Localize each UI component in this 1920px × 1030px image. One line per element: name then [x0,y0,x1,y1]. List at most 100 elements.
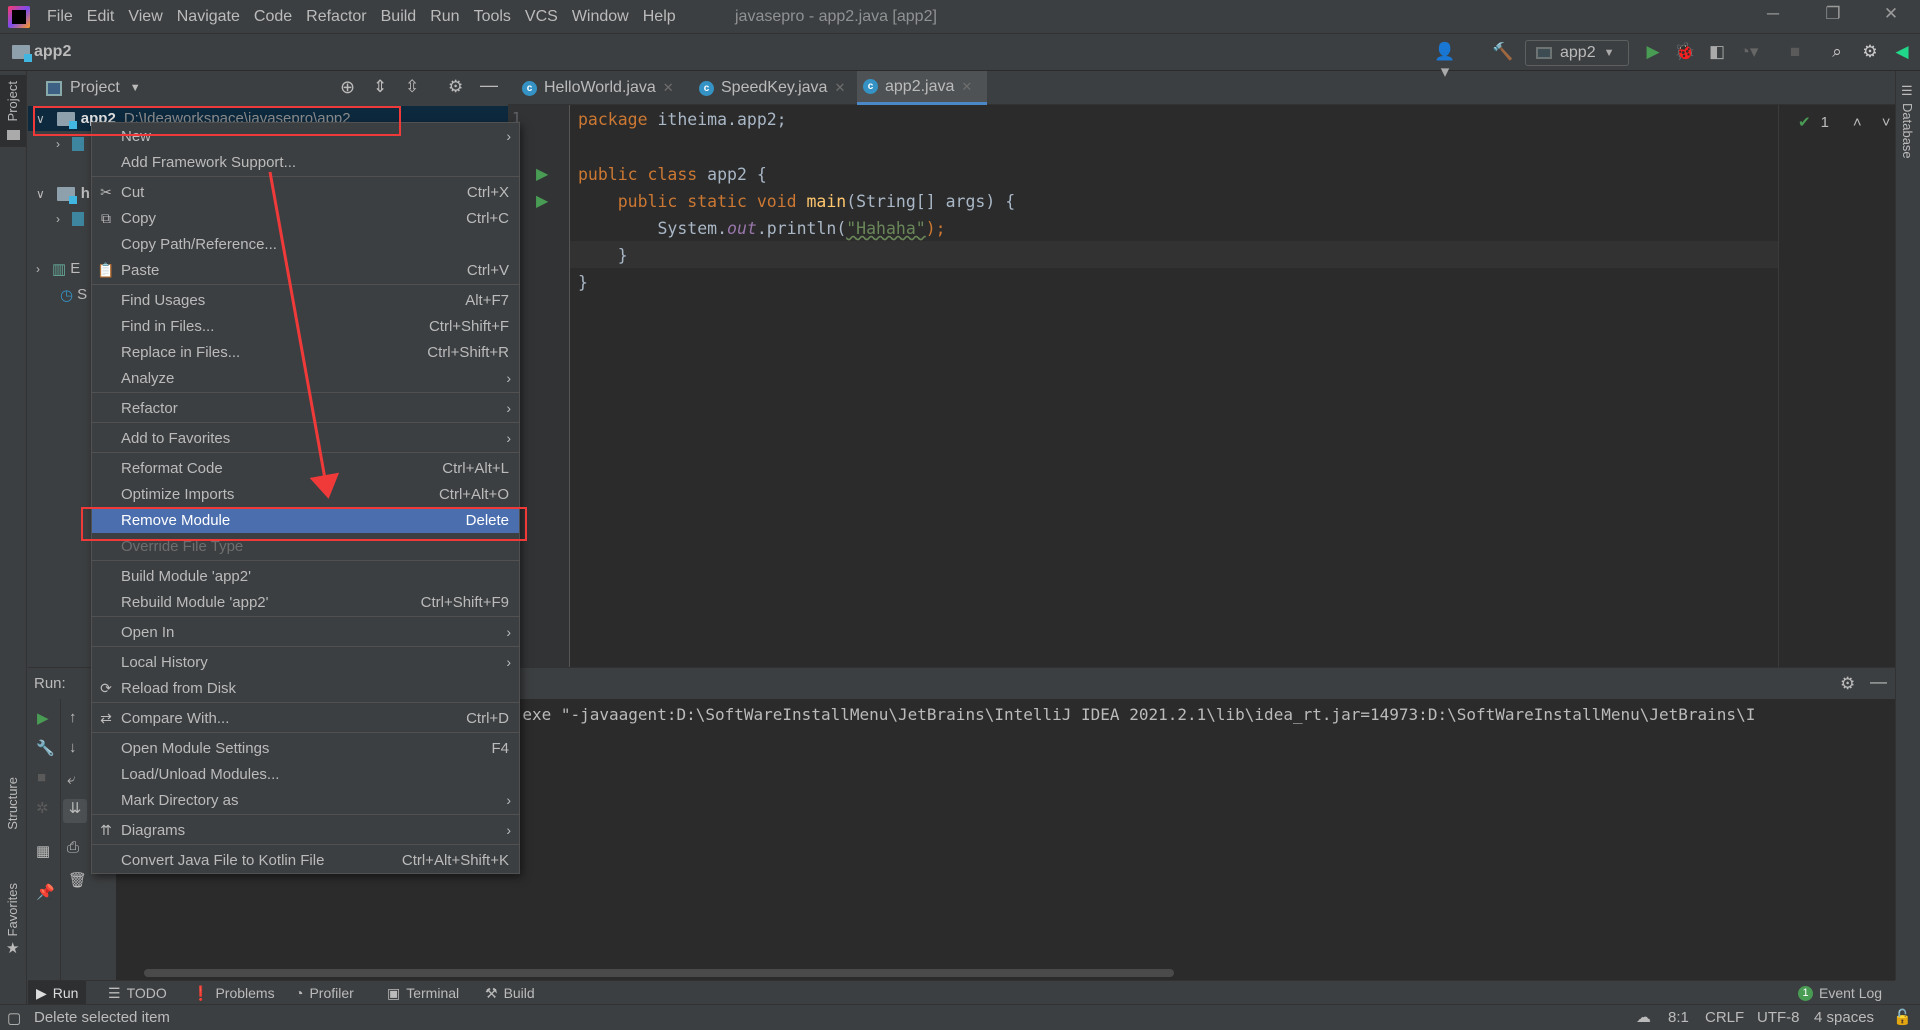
menu-item-open-in[interactable]: Open In › [92,619,519,645]
menu-code[interactable]: Code [247,8,299,26]
gear-icon[interactable]: ⚙ [448,77,463,97]
menu-run[interactable]: Run [423,8,466,26]
menu-item-build-module-app2[interactable]: Build Module 'app2' [92,563,519,589]
menu-refactor[interactable]: Refactor [299,8,373,26]
stop-icon[interactable]: ■ [37,769,46,786]
menu-item-find-usages[interactable]: Find Usages Alt+F7 [92,287,519,313]
inspection-widget[interactable]: ✔ 1 ˄ ˅ [1798,113,1891,132]
menu-item-optimize-imports[interactable]: Optimize Imports Ctrl+Alt+O [92,481,519,507]
menu-item-load-unload-modules[interactable]: Load/Unload Modules... [92,761,519,787]
vcs-user-icon[interactable]: 👤▾ [1432,42,1458,81]
menu-item-reformat-code[interactable]: Reformat Code Ctrl+Alt+L [92,455,519,481]
gear-icon[interactable]: ⚙ [1857,42,1883,64]
tab-speedkey-java[interactable]: c SpeedKey.java ✕ [693,71,851,105]
menu-item-diagrams[interactable]: ⇈ Diagrams › [92,817,519,843]
run-main-gutter-icon[interactable]: ▶ [536,191,548,211]
line-separator[interactable]: CRLF [1705,1009,1744,1026]
menu-item-paste[interactable]: 📋 Paste Ctrl+V [92,257,519,283]
tab-problems[interactable]: ❗ Problems [184,981,283,1005]
structure-stripe-button[interactable]: Structure [5,777,20,830]
rerun-icon[interactable]: ▶ [37,709,49,727]
database-stripe-button[interactable]: Database [1900,103,1915,159]
gear-icon[interactable]: ⚙ [1840,674,1855,694]
menu-item-refactor[interactable]: Refactor › [92,395,519,421]
soft-wrap-icon[interactable]: ⤶ [67,771,75,788]
menu-item-mark-directory-as[interactable]: Mark Directory as › [92,787,519,813]
menu-item-analyze[interactable]: Analyze › [92,365,519,391]
menu-item-open-module-settings[interactable]: Open Module Settings F4 [92,735,519,761]
menu-item-local-history[interactable]: Local History › [92,649,519,675]
unlock-icon[interactable]: 🔓 [1893,1008,1912,1026]
tab-todo[interactable]: ☰ TODO [100,981,175,1005]
arrow-down-icon[interactable]: ↓ [69,739,77,756]
scroll-to-end-icon[interactable]: ⇊ [63,799,87,823]
locate-target-icon[interactable]: ⊕ [340,77,355,98]
toggle-tool-windows-icon[interactable]: ▢ [7,1009,21,1027]
breadcrumb-app2[interactable]: app2 [34,43,71,61]
restore-button[interactable]: ❐ [1813,4,1853,30]
tab-app2-java[interactable]: c app2.java ✕ [857,71,987,105]
close-tab-icon[interactable]: ✕ [663,80,674,96]
event-log-button[interactable]: 1 Event Log [1790,981,1890,1005]
menu-item-compare-with[interactable]: ⇄ Compare With... Ctrl+D [92,705,519,731]
menu-build[interactable]: Build [374,8,424,26]
indent-setting[interactable]: 4 spaces [1814,1009,1874,1026]
tab-helloworld-java[interactable]: c HelloWorld.java ✕ [516,71,680,105]
menu-item-add-framework-support[interactable]: Add Framework Support... [92,149,519,175]
menu-item-replace-in-files[interactable]: Replace in Files... Ctrl+Shift+R [92,339,519,365]
tab-run[interactable]: ▶ Run [28,981,87,1005]
coverage-icon[interactable]: ◧ [1704,42,1730,64]
menu-item-copy[interactable]: ⧉ Copy Ctrl+C [92,205,519,231]
project-tool-button[interactable]: Project [0,75,26,147]
menu-tools[interactable]: Tools [467,8,518,26]
chevron-down-icon[interactable]: ∨ [36,187,45,201]
code-editor[interactable]: 1 ▶ ▶ package itheima.app2; public class… [508,105,1895,667]
chevron-right-icon[interactable]: › [56,137,60,151]
caret-position[interactable]: 8:1 [1668,1009,1689,1026]
profile-icon[interactable]: ◔▾ [1736,42,1762,64]
menu-help[interactable]: Help [636,8,683,26]
run-config-select[interactable]: app2 ▼ [1525,40,1629,66]
jetbrains-toolbox-icon[interactable]: ◀ [1889,42,1915,64]
collapse-all-icon[interactable]: ⇳ [405,77,419,97]
menu-item-cut[interactable]: ✂ Cut Ctrl+X [92,179,519,205]
run-icon[interactable]: ▶ [1640,42,1666,64]
hide-panel-icon[interactable]: — [480,75,498,96]
menu-item-copy-path-reference[interactable]: Copy Path/Reference... [92,231,519,257]
tab-profiler[interactable]: ◔ Profiler [287,981,362,1005]
close-button[interactable]: ✕ [1871,4,1911,30]
menu-item-find-in-files[interactable]: Find in Files... Ctrl+Shift+F [92,313,519,339]
pin-icon[interactable]: 📌 [36,883,55,901]
menu-file[interactable]: File [40,8,80,26]
stop-icon[interactable]: ■ [1782,42,1808,64]
search-icon[interactable]: ⌕ [1824,42,1850,64]
minimize-button[interactable]: ─ [1753,4,1793,30]
chevron-right-icon[interactable]: › [36,262,40,276]
wrench-icon[interactable]: 🔧 [36,739,55,757]
close-tab-icon[interactable]: ✕ [834,80,845,96]
debug-bug-icon[interactable]: 🐞 [1672,42,1698,64]
expand-all-icon[interactable]: ⇕ [373,77,387,97]
layout-icon[interactable]: ▦ [36,842,50,860]
favorites-stripe-button[interactable]: Favorites [5,883,20,936]
menu-item-convert-java-file-to-kotlin-file[interactable]: Convert Java File to Kotlin File Ctrl+Alt… [92,847,519,873]
menu-vcs[interactable]: VCS [518,8,565,26]
run-class-gutter-icon[interactable]: ▶ [536,164,548,184]
chevron-up-icon[interactable]: ˄ [1853,114,1862,131]
build-hammer-icon[interactable]: 🔨 [1490,42,1516,64]
debug-icon[interactable]: ✲ [36,799,49,817]
chevron-down-icon[interactable]: ˅ [1882,114,1891,131]
project-view-select[interactable]: Project [70,79,120,97]
breadcrumb[interactable]: app2 [12,43,71,62]
menu-navigate[interactable]: Navigate [170,8,247,26]
print-icon[interactable]: ⎙ [67,839,79,856]
menu-edit[interactable]: Edit [80,8,122,26]
menu-item-rebuild-module-app2[interactable]: Rebuild Module 'app2' Ctrl+Shift+F9 [92,589,519,615]
tab-build[interactable]: ⚒ Build [477,981,543,1005]
chevron-right-icon[interactable]: › [56,212,60,226]
hide-panel-icon[interactable]: — [1870,672,1887,692]
file-encoding[interactable]: UTF-8 [1757,1009,1800,1026]
menu-item-add-to-favorites[interactable]: Add to Favorites › [92,425,519,451]
horizontal-scrollbar[interactable] [144,969,1174,977]
close-tab-icon[interactable]: ✕ [961,79,972,95]
